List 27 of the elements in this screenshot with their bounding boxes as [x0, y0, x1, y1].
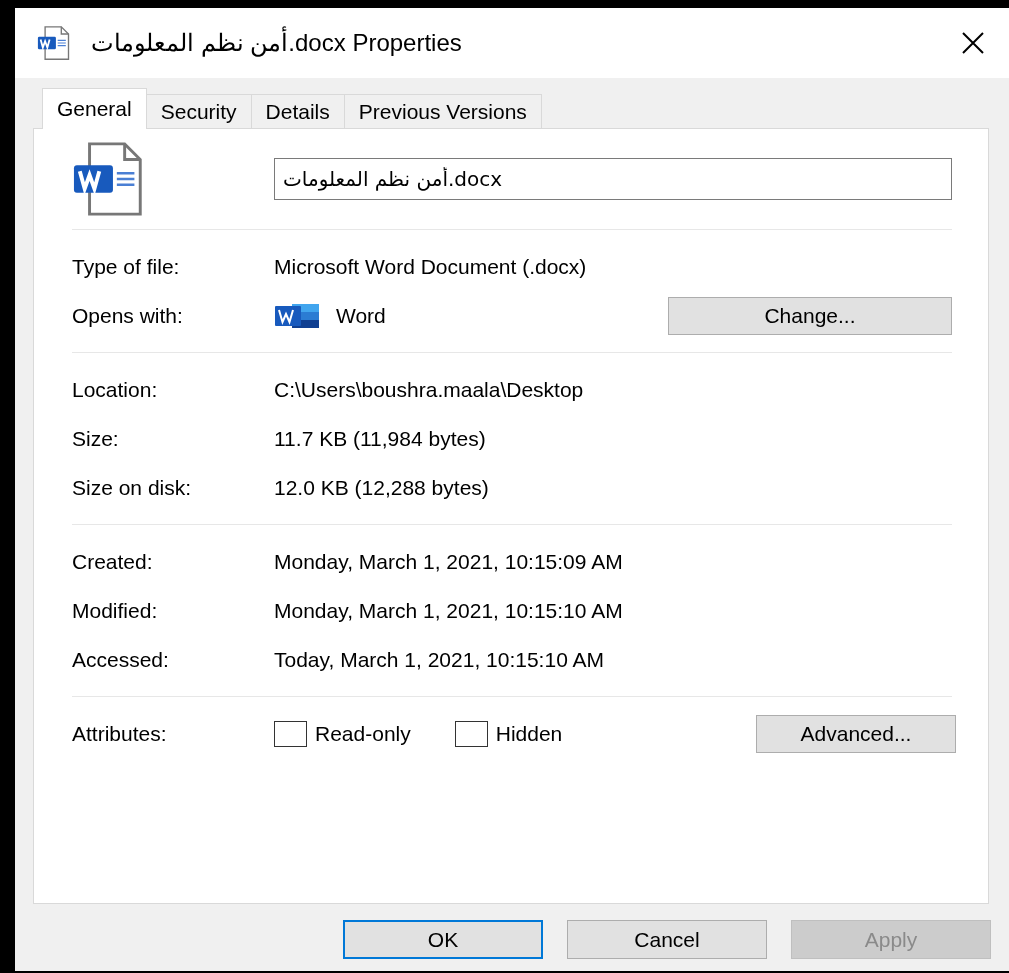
field-value: C:\Users\boushra.maala\Desktop: [274, 376, 585, 403]
field-label: Size on disk:: [72, 474, 193, 501]
field-label: Accessed:: [72, 646, 170, 673]
field-label: Modified:: [72, 597, 159, 624]
field-label: Created:: [72, 548, 154, 575]
dialog-button[interactable]: Cancel: [567, 920, 767, 959]
field-value: Microsoft Word Document (.docx): [274, 253, 588, 280]
field-label: Size:: [72, 425, 120, 452]
checkbox[interactable]: Read-only: [274, 717, 411, 750]
field-label: Attributes:: [72, 720, 168, 747]
tab[interactable]: General: [42, 88, 147, 129]
field-value: Monday, March 1, 2021, 10:15:09 AM: [274, 548, 624, 575]
field-label: Type of file:: [72, 253, 181, 280]
field-value: Today, March 1, 2021, 10:15:10 AM: [274, 646, 605, 673]
field-label: Opens with:: [72, 302, 184, 329]
dialog-button[interactable]: OK: [343, 920, 543, 959]
field-label: Location:: [72, 376, 159, 403]
window-title: أمن نظم المعلومات.docx Properties: [91, 25, 925, 61]
field-value: 11.7 KB (11,984 bytes): [274, 425, 487, 452]
advanced-button[interactable]: Advanced...: [756, 714, 956, 753]
app-name: Word: [336, 302, 386, 329]
field-value: Monday, March 1, 2021, 10:15:10 AM: [274, 597, 624, 624]
change-button[interactable]: Change...: [668, 296, 952, 335]
tab[interactable]: Previous Versions: [343, 94, 542, 128]
checkbox[interactable]: Hidden: [454, 717, 563, 750]
field-value: 12.0 KB (12,288 bytes): [274, 474, 490, 501]
close-icon: [961, 31, 985, 55]
